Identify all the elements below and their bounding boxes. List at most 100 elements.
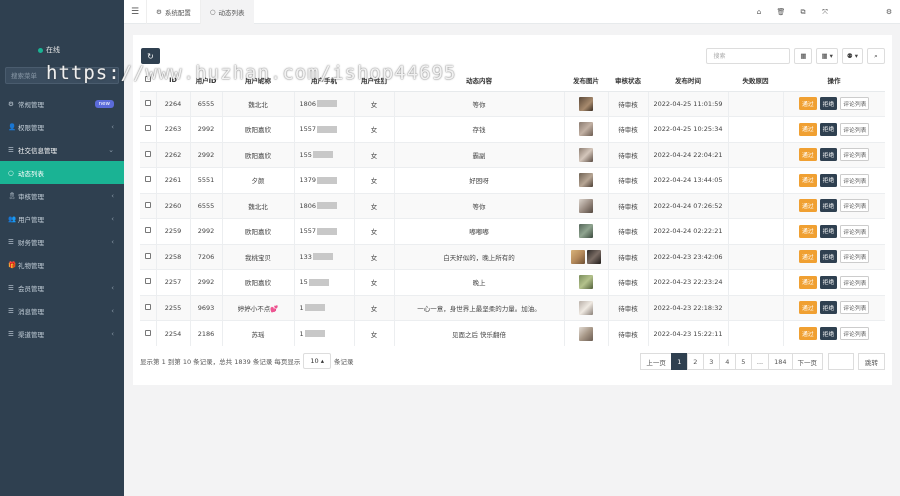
pass-button[interactable]: 通过	[799, 224, 817, 238]
comments-button[interactable]: 评论列表	[840, 327, 870, 340]
pass-button[interactable]: 通过	[799, 148, 817, 162]
post-thumbnail[interactable]	[587, 249, 601, 264]
comments-button[interactable]: 评论列表	[840, 97, 870, 111]
row-checkbox[interactable]	[144, 227, 151, 234]
reject-button[interactable]: 拒绝	[819, 301, 838, 315]
page-size-select[interactable]: 10 ▴	[303, 353, 331, 369]
row-checkbox[interactable]	[144, 99, 151, 106]
sidebar-item[interactable]: 👥 用户管理 ‹	[0, 207, 124, 230]
search-button[interactable]: ⌕	[867, 48, 885, 64]
row-checkbox[interactable]	[144, 176, 151, 183]
row-select-cell[interactable]	[140, 141, 156, 168]
row-select-cell[interactable]	[140, 90, 156, 117]
comments-button[interactable]: 评论列表	[840, 122, 870, 136]
pass-button[interactable]: 通过	[799, 97, 817, 111]
reject-button[interactable]: 拒绝	[819, 173, 838, 187]
page-button[interactable]: 5	[734, 353, 752, 370]
row-checkbox[interactable]	[144, 329, 151, 336]
toggle-view-button[interactable]: ▦	[794, 48, 813, 64]
post-thumbnail[interactable]	[579, 224, 593, 239]
pass-button[interactable]: 通过	[799, 199, 817, 213]
post-thumbnail[interactable]	[579, 96, 593, 111]
table-search-input[interactable]	[706, 48, 791, 64]
row-checkbox[interactable]	[144, 150, 151, 157]
sidebar-item[interactable]: ☰ 社交信息管理 ⌄	[0, 138, 124, 161]
pass-button[interactable]: 通过	[799, 250, 817, 264]
reject-button[interactable]: 拒绝	[819, 327, 838, 340]
settings-icon[interactable]: ⚙	[878, 8, 900, 16]
comments-button[interactable]: 评论列表	[840, 275, 870, 289]
jump-page-input[interactable]	[828, 353, 854, 370]
sidebar-item[interactable]: ☰ 渠道管理 ‹	[0, 322, 124, 345]
sidebar-item[interactable]: ☰ 财务管理 ‹	[0, 230, 124, 253]
page-button[interactable]: 3	[702, 353, 720, 370]
page-button[interactable]: 184	[768, 353, 793, 370]
sidebar-item[interactable]: ○ 动态列表	[0, 161, 124, 184]
pass-button[interactable]: 通过	[799, 275, 817, 289]
reject-button[interactable]: 拒绝	[819, 122, 838, 136]
page-button[interactable]: 4	[718, 353, 736, 370]
reject-button[interactable]: 拒绝	[819, 275, 838, 289]
row-select-cell[interactable]	[140, 243, 156, 270]
post-thumbnail[interactable]	[579, 173, 593, 188]
page-button[interactable]: 1	[670, 353, 688, 370]
row-select-cell[interactable]	[140, 116, 156, 142]
comments-button[interactable]: 评论列表	[840, 224, 870, 238]
sidebar-search-input[interactable]	[6, 68, 118, 83]
home-icon[interactable]: ⌂	[748, 8, 770, 16]
sidebar-item[interactable]: 🎁 礼物管理	[0, 253, 124, 276]
row-checkbox[interactable]	[144, 125, 151, 132]
pass-button[interactable]: 通过	[799, 327, 817, 340]
page-button[interactable]: 2	[686, 353, 704, 370]
column-header[interactable]	[140, 69, 156, 92]
prev-page-button[interactable]: 上一页	[640, 353, 672, 370]
row-checkbox[interactable]	[144, 278, 151, 285]
sidebar-item[interactable]: ⚙ 常规管理 new	[0, 92, 124, 115]
post-thumbnail[interactable]	[579, 147, 593, 162]
sidebar-item[interactable]: ☰ 会员管理 ‹	[0, 276, 124, 299]
pass-button[interactable]: 通过	[799, 173, 817, 187]
export-button[interactable]: ⚉ ▾	[841, 48, 863, 64]
comments-button[interactable]: 评论列表	[840, 301, 870, 315]
select-all-checkbox[interactable]	[145, 75, 151, 82]
comments-button[interactable]: 评论列表	[840, 173, 870, 187]
reject-button[interactable]: 拒绝	[819, 148, 838, 162]
row-select-cell[interactable]	[140, 320, 156, 346]
sidebar-item[interactable]: 🎗 审核管理 ‹	[0, 184, 124, 207]
post-thumbnail[interactable]	[579, 300, 593, 315]
tab-item[interactable]: ○ 动态列表	[199, 0, 254, 24]
post-thumbnail[interactable]	[579, 275, 593, 290]
post-thumbnail[interactable]	[579, 198, 593, 213]
reject-button[interactable]: 拒绝	[819, 97, 838, 111]
sidebar-search[interactable]	[5, 67, 119, 84]
post-thumbnail[interactable]	[571, 249, 585, 264]
row-select-cell[interactable]	[140, 269, 156, 295]
post-thumbnail[interactable]	[579, 122, 593, 137]
row-select-cell[interactable]	[140, 192, 156, 219]
row-checkbox[interactable]	[144, 252, 151, 259]
row-checkbox[interactable]	[144, 201, 151, 208]
fullscreen-icon[interactable]: ⤧	[814, 8, 836, 17]
trash-icon[interactable]: 🗑	[770, 8, 792, 16]
comments-button[interactable]: 评论列表	[840, 199, 870, 213]
row-select-cell[interactable]	[140, 218, 156, 244]
columns-button[interactable]: ▦ ▾	[816, 48, 838, 64]
reject-button[interactable]: 拒绝	[819, 199, 838, 213]
refresh-button[interactable]: ↻	[141, 48, 160, 64]
row-select-cell[interactable]	[140, 294, 156, 321]
row-select-cell[interactable]	[140, 167, 156, 193]
page-button[interactable]: ...	[750, 353, 770, 370]
table-search[interactable]	[706, 48, 791, 64]
sidebar-item[interactable]: 👤 权限管理 ‹	[0, 115, 124, 138]
copy-icon[interactable]: ⧉	[792, 8, 814, 17]
next-page-button[interactable]: 下一页	[791, 353, 823, 370]
pass-button[interactable]: 通过	[799, 122, 817, 136]
reject-button[interactable]: 拒绝	[819, 224, 838, 238]
sidebar-item[interactable]: ☰ 消息管理 ‹	[0, 299, 124, 322]
comments-button[interactable]: 评论列表	[840, 148, 870, 162]
tab-item[interactable]: ⚙ 系统配置	[146, 0, 200, 24]
pass-button[interactable]: 通过	[799, 301, 817, 315]
reject-button[interactable]: 拒绝	[819, 250, 838, 264]
row-checkbox[interactable]	[144, 303, 151, 310]
menu-toggle-icon[interactable]: ☰	[124, 7, 146, 17]
